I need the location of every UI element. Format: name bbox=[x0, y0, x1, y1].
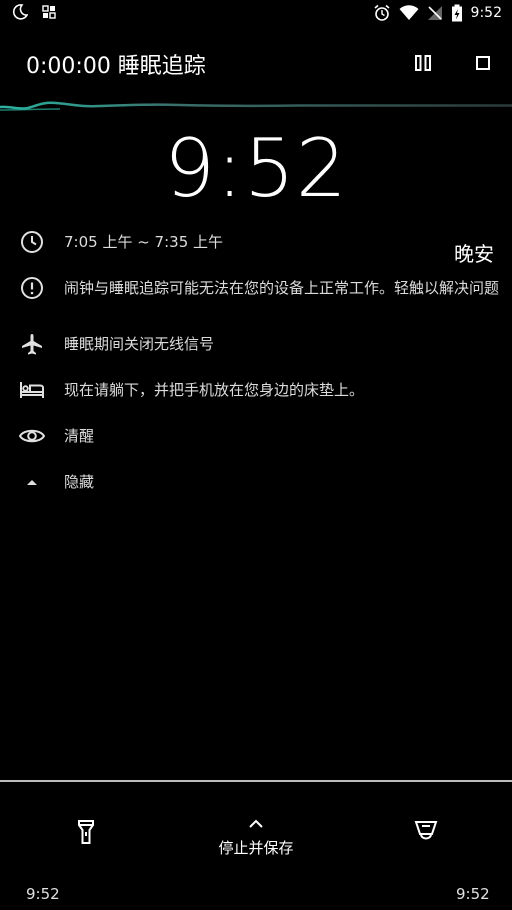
info-list: 7:05 上午 ~ 7:35 上午 晚安 闹钟与睡眠追踪可能无法在您的设备上正常… bbox=[0, 228, 512, 514]
left-time: 9:52 bbox=[26, 885, 60, 903]
airplane-row[interactable]: 睡眠期间关闭无线信号 bbox=[0, 330, 512, 376]
stop-and-save-button[interactable]: 停止并保存 bbox=[200, 814, 312, 858]
flashlight-button[interactable] bbox=[72, 818, 100, 846]
bottom-bar: 停止并保存 9:52 9:52 bbox=[0, 782, 512, 910]
awake-text: 清醒 bbox=[64, 427, 95, 445]
status-bar: 9:52 bbox=[0, 0, 512, 28]
airplane-icon bbox=[18, 330, 46, 358]
hide-row[interactable]: 隐藏 bbox=[0, 468, 512, 514]
big-clock: 9:52 bbox=[164, 122, 348, 215]
triangle-up-icon bbox=[18, 468, 46, 496]
night-light-icon bbox=[413, 820, 439, 844]
awake-row[interactable]: 清醒 bbox=[0, 422, 512, 468]
chevron-up-icon bbox=[248, 819, 264, 829]
hide-text: 隐藏 bbox=[64, 473, 95, 491]
bed-text: 现在请躺下，并把手机放在您身边的床垫上。 bbox=[64, 381, 365, 399]
pause-icon bbox=[414, 54, 432, 72]
flashlight-icon bbox=[77, 819, 95, 845]
grid-app-icon bbox=[42, 5, 56, 19]
lullaby-button[interactable] bbox=[412, 818, 440, 846]
stop-and-save-label: 停止并保存 bbox=[218, 839, 294, 857]
status-bar-time: 9:52 bbox=[470, 5, 502, 21]
stop-icon bbox=[475, 55, 491, 71]
alarm-range-row[interactable]: 7:05 上午 ~ 7:35 上午 晚安 bbox=[0, 228, 512, 274]
bed-row: 现在请躺下，并把手机放在您身边的床垫上。 bbox=[0, 376, 512, 422]
airplane-text: 睡眠期间关闭无线信号 bbox=[64, 335, 215, 353]
moon-icon bbox=[12, 4, 28, 20]
app-bar: 0:00:00 睡眠追踪 bbox=[0, 36, 512, 92]
right-time: 9:52 bbox=[456, 885, 490, 903]
page-title: 0:00:00 睡眠追踪 bbox=[26, 54, 206, 79]
bed-icon bbox=[18, 376, 46, 404]
clock-icon bbox=[18, 228, 46, 256]
eye-icon bbox=[18, 422, 46, 450]
warning-text: 闹钟与睡眠追踪可能无法在您的设备上正常工作。轻触以解决问题 bbox=[64, 279, 500, 297]
no-signal-icon bbox=[427, 5, 443, 21]
warning-icon bbox=[18, 274, 46, 302]
wifi-icon bbox=[399, 5, 419, 21]
alarm-range-text: 7:05 上午 ~ 7:35 上午 bbox=[64, 233, 224, 251]
activity-graph bbox=[0, 98, 512, 116]
alarm-icon bbox=[373, 4, 391, 22]
stop-button[interactable] bbox=[472, 52, 494, 74]
pause-button[interactable] bbox=[412, 52, 434, 74]
warning-row[interactable]: 闹钟与睡眠追踪可能无法在您的设备上正常工作。轻触以解决问题 bbox=[0, 274, 512, 330]
goodnight-button[interactable]: 晚安 bbox=[454, 238, 494, 267]
battery-charging-icon bbox=[451, 4, 463, 22]
